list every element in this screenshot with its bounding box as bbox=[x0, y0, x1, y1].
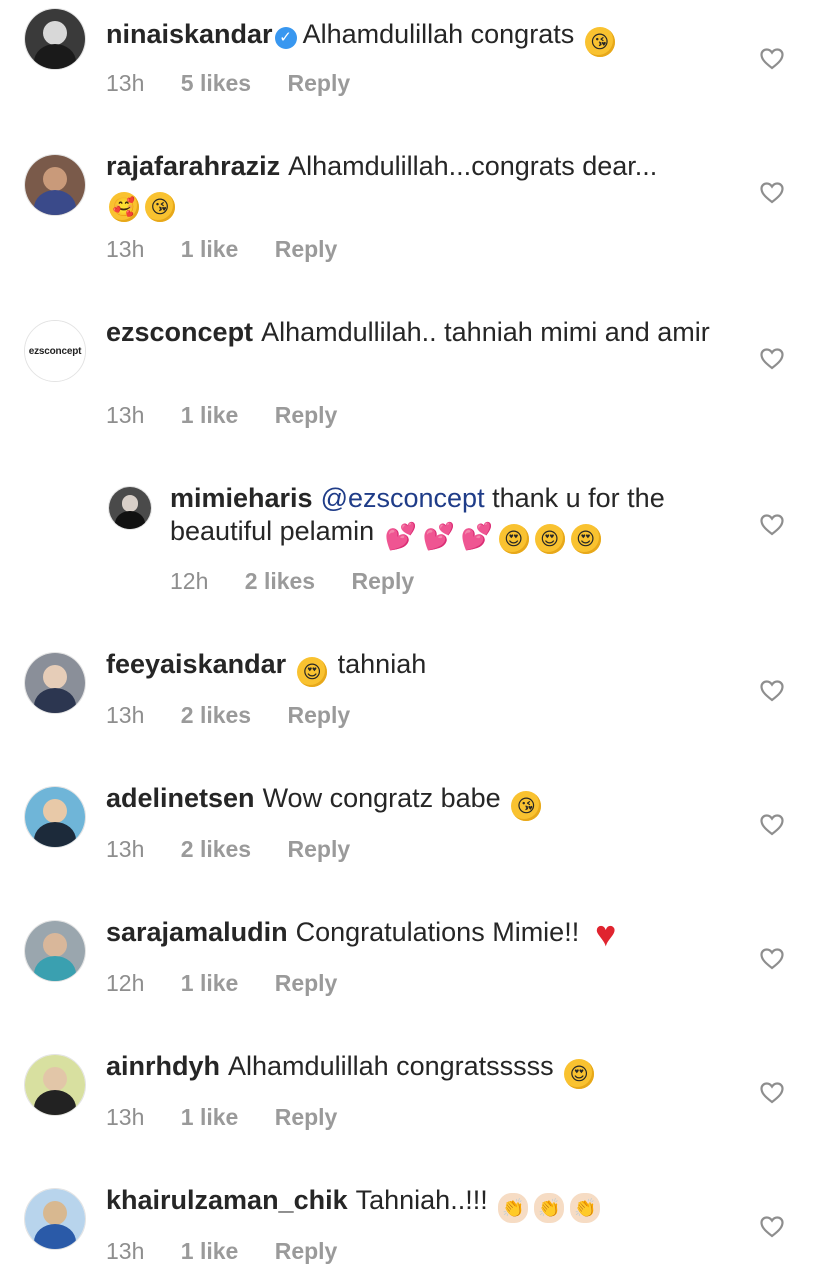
likes-count[interactable]: 2 likes bbox=[181, 836, 251, 862]
comment-username[interactable]: khairulzaman_chik bbox=[106, 1185, 348, 1215]
likes-count[interactable]: 1 like bbox=[181, 402, 239, 428]
verified-badge-icon: ✓ bbox=[274, 27, 297, 49]
reply-button[interactable]: Reply bbox=[275, 1104, 338, 1130]
heart-eyes-face-icon: 😍 bbox=[498, 524, 529, 554]
comment-username[interactable]: ainrhdyh bbox=[106, 1051, 220, 1081]
reply-button[interactable]: Reply bbox=[288, 702, 351, 728]
comment-time: 13h bbox=[106, 1104, 145, 1130]
comment-time: 13h bbox=[106, 402, 145, 428]
comment-text: ninaiskandar ✓ Alhamdulillah congrats 😘 bbox=[106, 18, 716, 57]
heart-eyes-face-icon: 😍 bbox=[297, 657, 328, 687]
comment-meta: 13h 1 like Reply bbox=[106, 1238, 367, 1265]
heart-outline-icon[interactable] bbox=[760, 514, 784, 536]
comment-time: 13h bbox=[106, 702, 145, 728]
comment-time: 13h bbox=[106, 836, 145, 862]
mention-link[interactable]: @ezsconcept bbox=[321, 483, 485, 513]
comment-username[interactable]: ezsconcept bbox=[106, 317, 253, 347]
kiss-face-icon: 😘 bbox=[511, 791, 542, 821]
comment-meta: 13h 1 like Reply bbox=[106, 402, 367, 429]
comment-meta: 13h 2 likes Reply bbox=[106, 702, 380, 729]
heart-eyes-face-icon: 😍 bbox=[534, 524, 565, 554]
comment-body: Alhamdullilah.. tahniah mimi and amir bbox=[261, 317, 710, 347]
comment-meta: 13h 1 like Reply bbox=[106, 1104, 367, 1131]
reply-button[interactable]: Reply bbox=[275, 970, 338, 996]
avatar[interactable] bbox=[108, 486, 152, 530]
reply-button[interactable]: Reply bbox=[275, 402, 338, 428]
comment-body: Congratulations Mimie!! bbox=[295, 917, 580, 947]
avatar[interactable] bbox=[24, 652, 86, 714]
comment-meta: 13h 2 likes Reply bbox=[106, 836, 380, 863]
heart-outline-icon[interactable] bbox=[760, 1082, 784, 1104]
reply-button[interactable]: Reply bbox=[275, 1238, 338, 1264]
comment-text: adelinetsen Wow congratz babe 😘 bbox=[106, 782, 716, 821]
avatar[interactable] bbox=[24, 1054, 86, 1116]
comment-text: feeyaiskandar 😍 tahniah bbox=[106, 648, 716, 687]
clapping-hands-icon: 👏 bbox=[534, 1193, 565, 1223]
reply-button[interactable]: Reply bbox=[288, 836, 351, 862]
smiling-hearts-face-icon: 🥰 bbox=[109, 192, 139, 222]
avatar-logo-text: ezsconcept bbox=[28, 345, 82, 357]
comment-body: tahniah bbox=[337, 649, 427, 679]
comment-time: 12h bbox=[106, 970, 145, 996]
heart-eyes-face-icon: 😍 bbox=[570, 524, 601, 554]
comment-username[interactable]: feeyaiskandar bbox=[106, 649, 286, 679]
avatar[interactable] bbox=[24, 786, 86, 848]
likes-count[interactable]: 2 likes bbox=[245, 568, 315, 594]
kiss-face-icon: 😘 bbox=[145, 192, 175, 222]
heart-outline-icon[interactable] bbox=[760, 348, 784, 370]
likes-count[interactable]: 5 likes bbox=[181, 70, 251, 96]
comment-time: 13h bbox=[106, 70, 145, 96]
comment-body: Alhamdulillah congratsssss bbox=[228, 1051, 554, 1081]
comment-time: 12h bbox=[170, 568, 209, 594]
comment-body: Alhamdulillah...congrats dear... bbox=[288, 151, 658, 181]
comment-meta: 12h 1 like Reply bbox=[106, 970, 367, 997]
comment-text: sarajamaludin Congratulations Mimie!! ♥ bbox=[106, 913, 716, 954]
clapping-hands-icon: 👏 bbox=[570, 1193, 601, 1223]
avatar[interactable]: ezsconcept bbox=[24, 320, 86, 382]
two-hearts-icon: 💕 bbox=[460, 521, 494, 551]
comment-text: rajafarahraziz Alhamdulillah...congrats d… bbox=[106, 150, 716, 222]
likes-count[interactable]: 1 like bbox=[181, 1238, 239, 1264]
clapping-hands-icon: 👏 bbox=[498, 1193, 529, 1223]
likes-count[interactable]: 1 like bbox=[181, 970, 239, 996]
heart-outline-icon[interactable] bbox=[760, 814, 784, 836]
comment-body: Tahniah..!!! bbox=[355, 1185, 488, 1215]
comment-body: Wow congratz babe bbox=[262, 783, 501, 813]
comment-username[interactable]: sarajamaludin bbox=[106, 917, 288, 947]
avatar[interactable] bbox=[24, 154, 86, 216]
two-hearts-icon: 💕 bbox=[422, 521, 456, 551]
comment-meta: 12h 2 likes Reply bbox=[170, 568, 444, 595]
likes-count[interactable]: 2 likes bbox=[181, 702, 251, 728]
comment-text: khairulzaman_chik Tahniah..!!! 👏 👏 👏 bbox=[106, 1184, 716, 1223]
heart-eyes-face-icon: 😍 bbox=[564, 1059, 595, 1089]
comment-time: 13h bbox=[106, 1238, 145, 1264]
comment-username[interactable]: mimieharis bbox=[170, 483, 313, 513]
comment-text: ezsconcept Alhamdullilah.. tahniah mimi a… bbox=[106, 316, 716, 349]
avatar[interactable] bbox=[24, 1188, 86, 1250]
heart-outline-icon[interactable] bbox=[760, 948, 784, 970]
avatar[interactable] bbox=[24, 920, 86, 982]
reply-button[interactable]: Reply bbox=[288, 70, 351, 96]
reply-button[interactable]: Reply bbox=[275, 236, 338, 262]
likes-count[interactable]: 1 like bbox=[181, 1104, 239, 1130]
comment-username[interactable]: ninaiskandar bbox=[106, 19, 273, 49]
heart-outline-icon[interactable] bbox=[760, 48, 784, 70]
kiss-face-icon: 😘 bbox=[584, 27, 615, 57]
heart-outline-icon[interactable] bbox=[760, 1216, 784, 1238]
heart-outline-icon[interactable] bbox=[760, 680, 784, 702]
avatar[interactable] bbox=[24, 8, 86, 70]
comment-username[interactable]: rajafarahraziz bbox=[106, 151, 280, 181]
comment-meta: 13h 5 likes Reply bbox=[106, 70, 380, 97]
red-heart-icon: ♥ bbox=[595, 913, 617, 954]
likes-count[interactable]: 1 like bbox=[181, 236, 239, 262]
comment-body: Alhamdulillah congrats bbox=[302, 19, 575, 49]
comment-meta: 13h 1 like Reply bbox=[106, 236, 367, 263]
reply-button[interactable]: Reply bbox=[352, 568, 415, 594]
comment-time: 13h bbox=[106, 236, 145, 262]
comment-text: mimieharis @ezsconcept thank u for the be… bbox=[170, 482, 730, 554]
heart-outline-icon[interactable] bbox=[760, 182, 784, 204]
comment-text: ainrhdyh Alhamdulillah congratsssss 😍 bbox=[106, 1050, 716, 1089]
comment-username[interactable]: adelinetsen bbox=[106, 783, 255, 813]
two-hearts-icon: 💕 bbox=[384, 521, 418, 551]
